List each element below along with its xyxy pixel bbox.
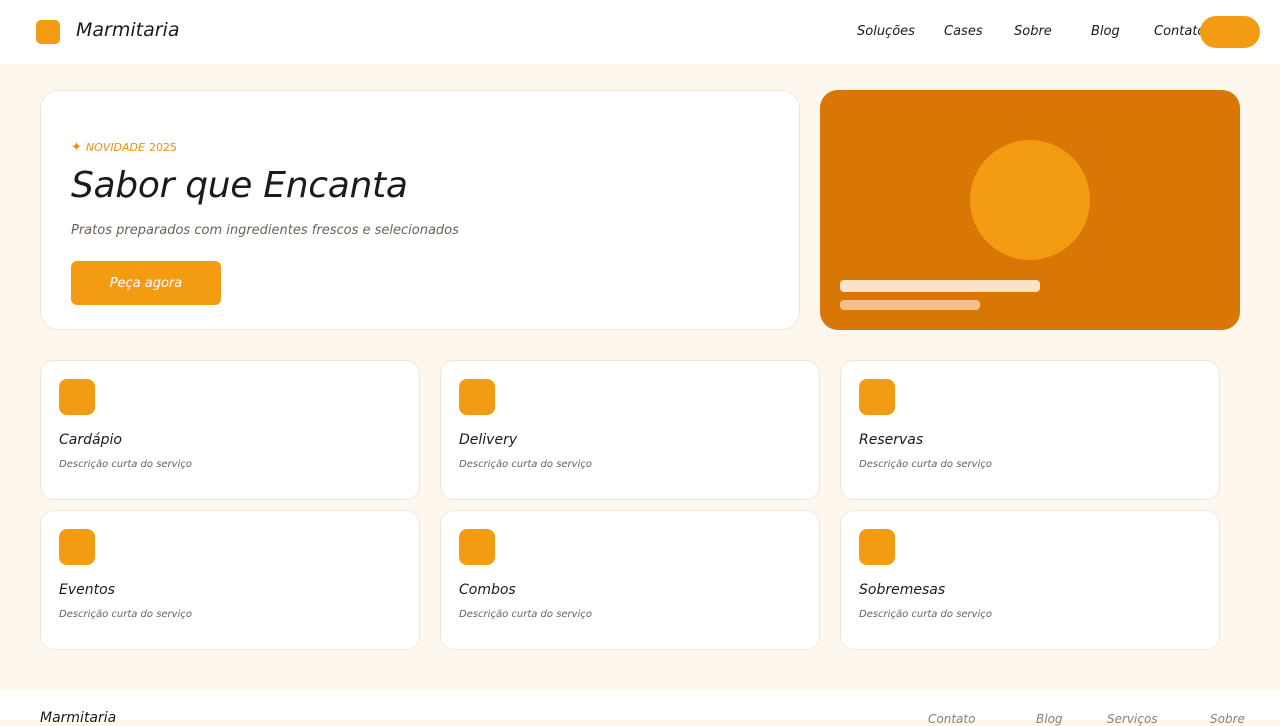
service-title: Delivery xyxy=(459,432,518,448)
nav-link-blog[interactable]: Blog xyxy=(1091,24,1120,39)
nav-link-cases[interactable]: Cases xyxy=(944,24,983,39)
order-now-button[interactable]: Peça agora xyxy=(71,261,221,305)
nav-link-contato[interactable]: Contato xyxy=(1154,24,1205,39)
service-card-cardapio[interactable]: Cardápio Descrição curta do serviço xyxy=(40,360,420,500)
service-card-reservas[interactable]: Reservas Descrição curta do serviço xyxy=(840,360,1220,500)
promo-text-placeholder-1 xyxy=(840,280,1040,292)
service-icon xyxy=(859,379,895,415)
site-header: Marmitaria Soluções Cases Sobre Blog Con… xyxy=(0,0,1280,64)
header-cta-button[interactable] xyxy=(1200,16,1260,48)
footer-link-blog[interactable]: Blog xyxy=(1036,712,1063,726)
hero-card: ✦ NOVIDADE 2025 Sabor que Encanta Pratos p… xyxy=(40,90,800,330)
eyebrow-year: 2025 xyxy=(148,141,177,154)
logo-square-icon[interactable] xyxy=(36,20,60,44)
nav-link-sobre[interactable]: Sobre xyxy=(1014,24,1052,39)
brand-name[interactable]: Marmitaria xyxy=(76,19,179,41)
eyebrow-label: NOVIDADE xyxy=(85,141,145,154)
service-description: Descrição curta do serviço xyxy=(459,609,592,620)
service-title: Sobremesas xyxy=(859,582,946,598)
promo-circle-image xyxy=(970,140,1090,260)
hero-subtitle: Pratos preparados com ingredientes fresc… xyxy=(71,223,459,238)
service-description: Descrição curta do serviço xyxy=(59,459,192,470)
service-card-delivery[interactable]: Delivery Descrição curta do serviço xyxy=(440,360,820,500)
service-description: Descrição curta do serviço xyxy=(859,609,992,620)
hero-eyebrow: ✦ NOVIDADE 2025 xyxy=(71,140,177,155)
service-title: Eventos xyxy=(59,582,115,598)
service-card-sobremesas[interactable]: Sobremesas Descrição curta do serviço xyxy=(840,510,1220,650)
nav-link-solucoes[interactable]: Soluções xyxy=(857,24,915,39)
promo-text-placeholder-2 xyxy=(840,300,980,310)
service-icon xyxy=(859,529,895,565)
service-title: Combos xyxy=(459,582,516,598)
service-icon xyxy=(459,379,495,415)
footer-link-servicos[interactable]: Serviços xyxy=(1107,712,1158,726)
service-title: Cardápio xyxy=(59,432,122,448)
footer-link-contato[interactable]: Contato xyxy=(928,712,975,726)
service-description: Descrição curta do serviço xyxy=(59,609,192,620)
service-card-eventos[interactable]: Eventos Descrição curta do serviço xyxy=(40,510,420,650)
promo-card xyxy=(820,90,1240,330)
hero-title: Sabor que Encanta xyxy=(71,165,408,206)
service-card-combos[interactable]: Combos Descrição curta do serviço xyxy=(440,510,820,650)
service-icon xyxy=(459,529,495,565)
sparkle-icon: ✦ xyxy=(71,140,82,155)
footer-brand[interactable]: Marmitaria xyxy=(40,710,116,726)
service-description: Descrição curta do serviço xyxy=(459,459,592,470)
service-icon xyxy=(59,529,95,565)
site-footer: Marmitaria Contato Blog Serviços Sobre xyxy=(0,690,1280,726)
service-icon xyxy=(59,379,95,415)
footer-link-sobre[interactable]: Sobre xyxy=(1210,712,1245,726)
service-title: Reservas xyxy=(859,432,924,448)
service-description: Descrição curta do serviço xyxy=(859,459,992,470)
